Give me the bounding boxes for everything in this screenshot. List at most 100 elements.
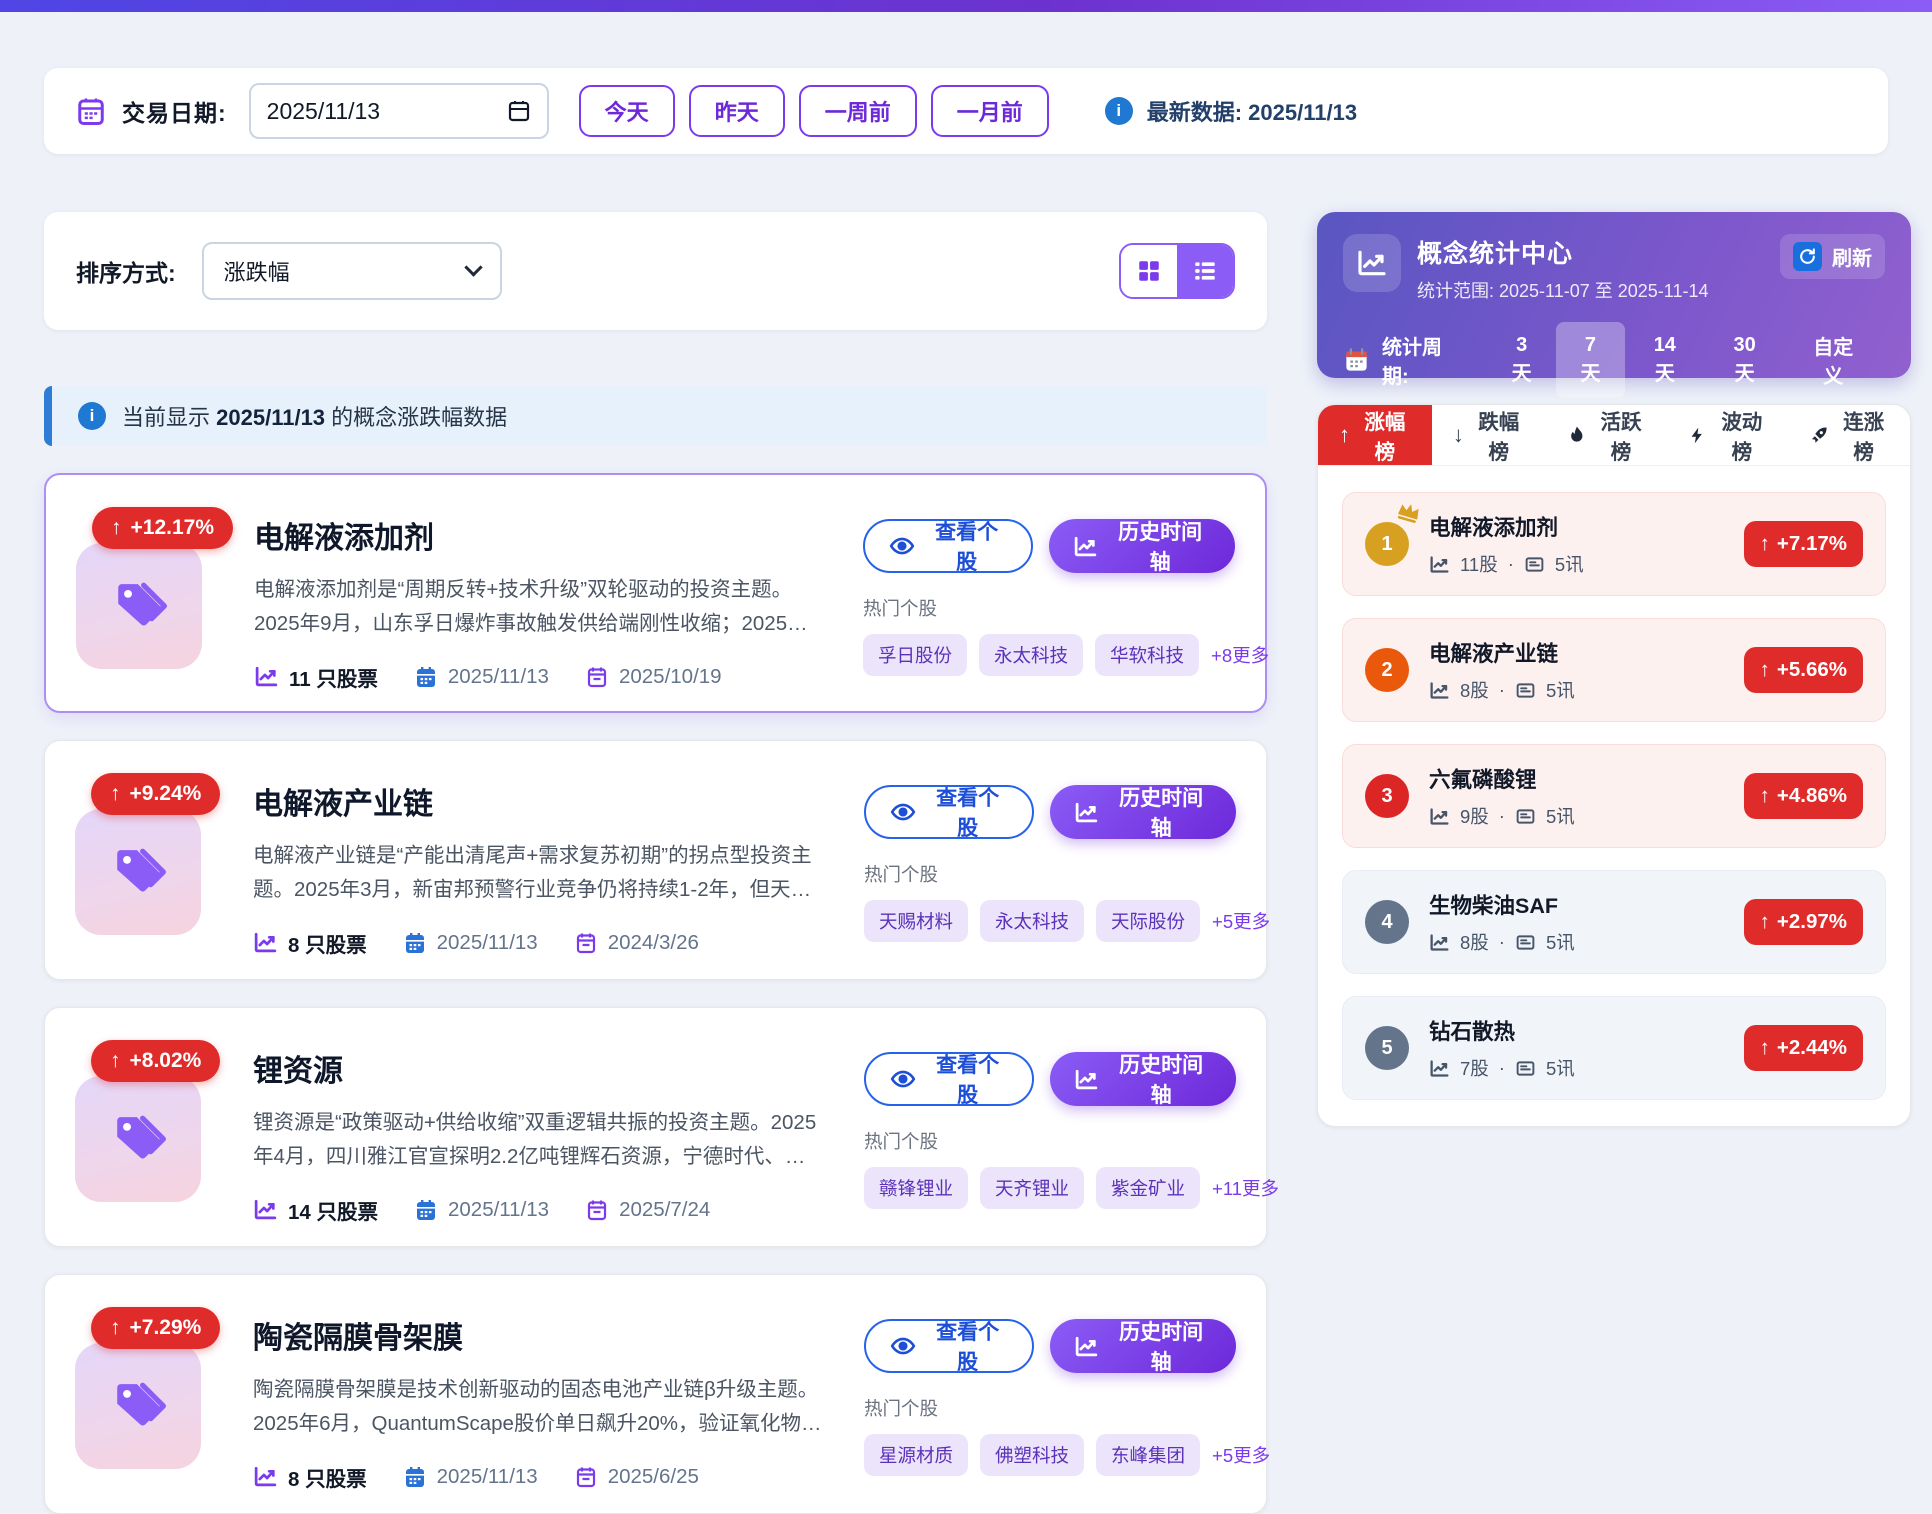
stock-chip[interactable]: 永太科技 (979, 634, 1083, 676)
concept-title: 陶瓷隔膜骨架膜 (253, 1313, 838, 1357)
tab-volatility[interactable]: 波动榜 (1667, 405, 1788, 465)
banner-date: 2025/11/13 (216, 405, 325, 430)
chart-line-icon (253, 1197, 278, 1222)
ranking-item[interactable]: 2 电解液产业链 8股 · 5讯 (1342, 618, 1886, 722)
stock-chip[interactable]: 天齐锂业 (980, 1167, 1084, 1209)
meta-separator: · (1508, 553, 1514, 575)
banner-text: 当前显示 2025/11/13 的概念涨跌幅数据 (122, 400, 507, 432)
date-input-wrap[interactable] (249, 83, 549, 139)
more-stocks-link[interactable]: +8更多 (1211, 642, 1269, 668)
rank-meta: 11股 · 5讯 (1429, 551, 1584, 577)
period-custom-button[interactable]: 自定义 (1785, 322, 1882, 398)
rank-stock-count: 8股 (1460, 677, 1489, 703)
grid-view-button[interactable] (1121, 245, 1177, 297)
concept-title: 锂资源 (253, 1046, 838, 1090)
ranking-item[interactable]: 4 生物柴油SAF 8股 · 5讯 (1342, 870, 1886, 974)
concept-description: 电解液添加剂是“周期反转+技术升级”双轮驱动的投资主题。2025年9月，山东孚日… (254, 573, 837, 642)
concept-tile-wrap: ↑ +7.29% (75, 1303, 227, 1485)
change-value: +8.02% (130, 1049, 202, 1073)
rank-info: 电解液产业链 8股 · 5讯 (1429, 637, 1575, 703)
tab-active[interactable]: 活跃榜 (1546, 405, 1668, 465)
more-stocks-link[interactable]: +11更多 (1212, 1175, 1279, 1201)
sort-select[interactable]: 涨跌幅 (202, 242, 502, 300)
period-14d-button[interactable]: 14天 (1625, 322, 1705, 398)
tab-losers[interactable]: ↓ 跌幅榜 (1432, 405, 1546, 465)
banner-suffix: 的概念涨跌幅数据 (331, 405, 507, 430)
more-stocks-link[interactable]: +5更多 (1212, 908, 1270, 934)
quick-date-yesterday-button[interactable]: 昨天 (689, 85, 785, 137)
change-value: +9.24% (130, 782, 202, 806)
history-timeline-button[interactable]: 历史时间轴 (1050, 785, 1236, 839)
concept-card-body: 陶瓷隔膜骨架膜 陶瓷隔膜骨架膜是技术创新驱动的固态电池产业链β升级主题。2025… (253, 1303, 838, 1485)
concept-thumbnail (75, 1343, 201, 1469)
ranking-item[interactable]: 3 六氟磷酸锂 9股 · 5讯 (1342, 744, 1886, 848)
meta-separator: · (1499, 805, 1505, 827)
quick-date-today-button[interactable]: 今天 (579, 85, 675, 137)
period-label: 统计周期: (1382, 331, 1468, 389)
calendar-blue-icon (403, 931, 427, 955)
stock-chip[interactable]: 紫金矿业 (1096, 1167, 1200, 1209)
trade-date-input[interactable] (267, 98, 457, 125)
stock-chip[interactable]: 星源材质 (864, 1434, 968, 1476)
concept-tile-wrap: ↑ +8.02% (75, 1036, 227, 1218)
history-timeline-button[interactable]: 历史时间轴 (1050, 1319, 1236, 1373)
chart-line-icon (1429, 932, 1450, 953)
stock-chip[interactable]: 华软科技 (1095, 634, 1199, 676)
calendar-icon (76, 96, 106, 126)
latest-data-note: i 最新数据: 2025/11/13 (1105, 95, 1357, 127)
stock-count-text: 11 只股票 (289, 662, 378, 692)
stock-chip[interactable]: 永太科技 (980, 900, 1084, 942)
period-7d-button[interactable]: 7天 (1556, 322, 1625, 398)
history-timeline-label: 历史时间轴 (1110, 1049, 1212, 1109)
ranking-item[interactable]: 5 钻石散热 7股 · 5讯 (1342, 996, 1886, 1100)
period-30d-button[interactable]: 30天 (1705, 322, 1785, 398)
eye-icon (890, 1066, 916, 1092)
history-timeline-label: 历史时间轴 (1110, 782, 1212, 842)
rank-meta: 7股 · 5讯 (1429, 1055, 1575, 1081)
view-stocks-label: 查看个股 (927, 782, 1008, 842)
concept-stats: 11 只股票 2025/11/13 2025/10/19 (254, 662, 837, 692)
stock-count-text: 14 只股票 (288, 1195, 378, 1225)
refresh-button[interactable]: 刷新 (1780, 234, 1885, 279)
stock-count: 8 只股票 (253, 928, 367, 958)
stock-chip[interactable]: 天际股份 (1096, 900, 1200, 942)
stock-chip[interactable]: 天赐材料 (864, 900, 968, 942)
stock-chip[interactable]: 东峰集团 (1096, 1434, 1200, 1476)
hot-stocks-label: 热门个股 (864, 1128, 1236, 1154)
concept-tile-wrap: ↑ +9.24% (75, 769, 227, 951)
stock-chip[interactable]: 佛塑科技 (980, 1434, 1084, 1476)
history-timeline-button[interactable]: 历史时间轴 (1049, 519, 1235, 573)
concept-card: ↑ +9.24% 电解液产业链 电解液产业链是“产能出清尾声+需求复苏初期”的拐… (44, 740, 1267, 980)
chart-line-icon (1074, 800, 1099, 825)
view-stocks-button[interactable]: 查看个股 (864, 785, 1034, 839)
up-arrow-icon: ↑ (1339, 422, 1350, 448)
tags-icon (108, 1109, 168, 1169)
view-stocks-label: 查看个股 (927, 1316, 1008, 1376)
view-stocks-button[interactable]: 查看个股 (863, 519, 1033, 573)
rank-name: 生物柴油SAF (1429, 889, 1575, 920)
rocket-icon (1809, 425, 1829, 445)
down-arrow-icon: ↓ (1453, 422, 1464, 448)
view-stocks-button[interactable]: 查看个股 (864, 1319, 1034, 1373)
tab-streak[interactable]: 连涨榜 (1788, 405, 1910, 465)
history-timeline-button[interactable]: 历史时间轴 (1050, 1052, 1236, 1106)
date-picker-icon[interactable] (507, 99, 531, 123)
change-value: +7.29% (130, 1316, 202, 1340)
updated-date-text: 2025/11/13 (437, 1465, 538, 1489)
current-view-banner: i 当前显示 2025/11/13 的概念涨跌幅数据 (44, 386, 1267, 446)
stock-chip[interactable]: 赣锋锂业 (864, 1167, 968, 1209)
list-view-button[interactable] (1177, 245, 1233, 297)
period-3d-button[interactable]: 3天 (1487, 322, 1556, 398)
quick-date-week-ago-button[interactable]: 一周前 (799, 85, 917, 137)
quick-date-month-ago-button[interactable]: 一月前 (931, 85, 1049, 137)
view-stocks-button[interactable]: 查看个股 (864, 1052, 1034, 1106)
tab-label: 连涨榜 (1838, 405, 1889, 465)
change-badge: ↑ +9.24% (91, 773, 220, 815)
ranking-item[interactable]: 1 电解液添加剂 11股 · 5讯 (1342, 492, 1886, 596)
tab-gainers[interactable]: ↑ 涨幅榜 (1318, 405, 1432, 465)
rank-news-count: 5讯 (1546, 1055, 1575, 1081)
hot-stock-chips: 赣锋锂业 天齐锂业 紫金矿业 +11更多 (864, 1167, 1236, 1209)
more-stocks-link[interactable]: +5更多 (1212, 1442, 1270, 1468)
calendar-mini-icon (1343, 347, 1370, 374)
stock-chip[interactable]: 孚日股份 (863, 634, 967, 676)
